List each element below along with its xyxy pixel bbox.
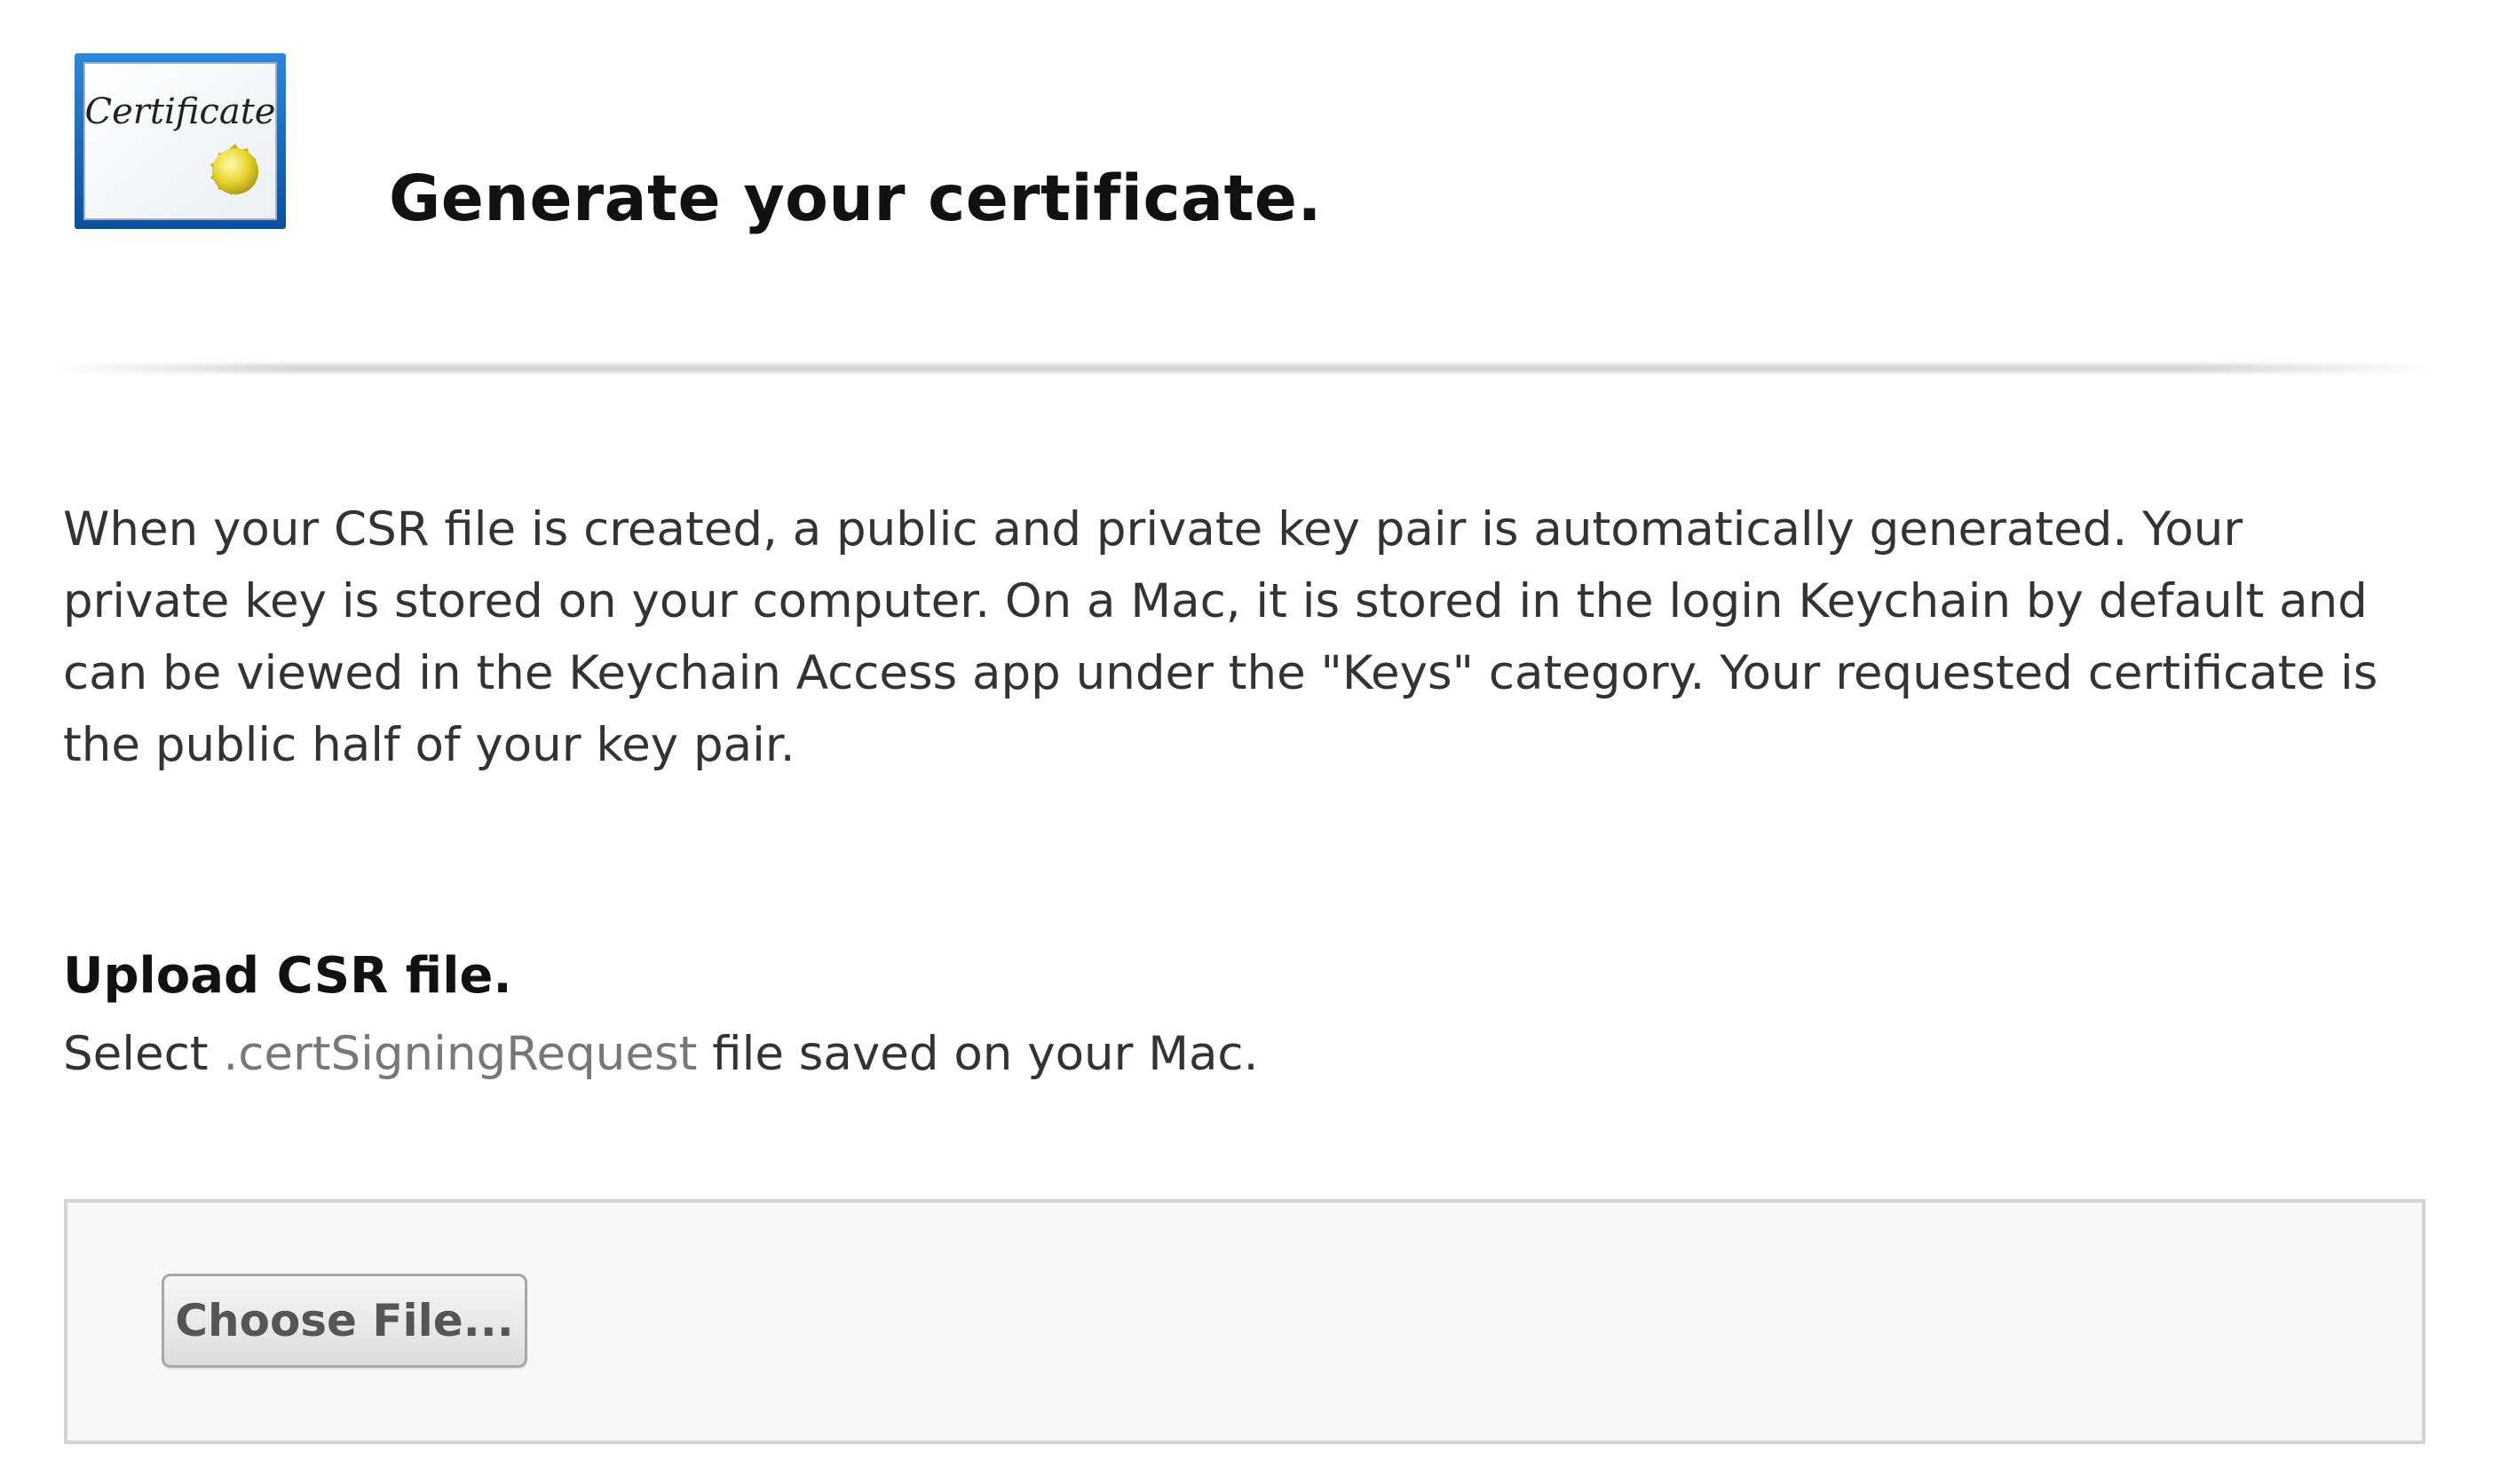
- page: Certificate Generate your certificate. W…: [0, 0, 2500, 1484]
- upload-section-title: Upload CSR file.: [63, 947, 512, 1005]
- upload-instructions-suffix: file saved on your Mac.: [697, 1027, 1259, 1081]
- upload-instructions: Select .certSigningRequest file saved on…: [63, 1020, 1258, 1089]
- intro-paragraph: When your CSR file is created, a public …: [63, 502, 2378, 772]
- page-title: Generate your certificate.: [389, 161, 1323, 235]
- choose-file-button[interactable]: Choose File...: [162, 1274, 527, 1368]
- certificate-icon: Certificate: [75, 53, 286, 229]
- certificate-icon-text: Certificate: [85, 91, 276, 132]
- upload-instructions-prefix: Select: [63, 1027, 224, 1081]
- file-extension-text: .certSigningRequest: [223, 1027, 698, 1081]
- divider: [53, 364, 2433, 373]
- upload-panel: Choose File...: [64, 1199, 2425, 1444]
